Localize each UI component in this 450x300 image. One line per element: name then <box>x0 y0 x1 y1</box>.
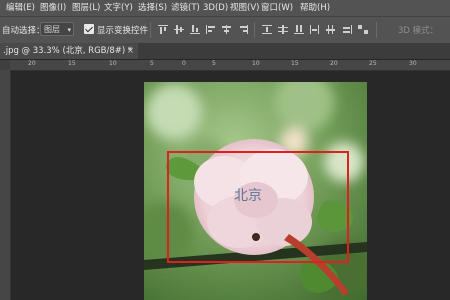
ruler-tick-label: 25 <box>369 60 377 67</box>
menu-window[interactable]: 窗口(W) <box>261 0 293 16</box>
ruler-tick-label: 5 <box>150 60 154 67</box>
ruler-tick-label: 15 <box>291 60 299 67</box>
selection-rectangle[interactable] <box>167 151 349 263</box>
distribute-left-icon[interactable] <box>310 25 320 34</box>
menu-type[interactable]: 文字(Y) <box>104 0 133 16</box>
3d-mode-label: 3D 模式： <box>398 26 439 36</box>
menu-help[interactable]: 帮助(H) <box>300 0 330 16</box>
close-icon[interactable]: × <box>127 43 134 59</box>
menu-image[interactable]: 图像(I) <box>40 0 66 16</box>
menu-view[interactable]: 视图(V) <box>230 0 259 16</box>
options-bar: 自动选择： 图层 ▾ 显示变换控件 3D 模式： <box>0 16 450 44</box>
divider <box>376 22 377 38</box>
distribute-top-icon[interactable] <box>262 25 272 34</box>
distribute-vcenter-icon[interactable] <box>278 25 288 34</box>
distribute-right-icon[interactable] <box>342 25 352 34</box>
ruler-tick-label: 10 <box>109 60 117 67</box>
align-bottom-icon[interactable] <box>190 25 200 34</box>
vertical-ruler[interactable] <box>0 70 11 300</box>
ruler-tick-label: 20 <box>28 60 36 67</box>
distribute-bottom-icon[interactable] <box>294 25 304 34</box>
chevron-down-icon: ▾ <box>67 26 71 34</box>
menu-edit[interactable]: 编辑(E) <box>6 0 35 16</box>
align-left-icon[interactable] <box>206 25 216 34</box>
ruler-tick-label: 30 <box>409 60 417 67</box>
ruler-tick-label: 0 <box>182 60 186 67</box>
align-top-icon[interactable] <box>158 25 168 34</box>
menu-3d[interactable]: 3D(D) <box>203 0 228 16</box>
align-hcenter-icon[interactable] <box>222 25 232 34</box>
show-transform-checkbox[interactable] <box>84 24 94 34</box>
menu-bar: 编辑(E) 图像(I) 图层(L) 文字(Y) 选择(S) 滤镜(T) 3D(D… <box>0 0 450 16</box>
auto-select-label: 自动选择： <box>2 26 45 36</box>
auto-select-dropdown[interactable]: 图层 ▾ <box>40 22 74 36</box>
show-transform-label: 显示变换控件 <box>97 26 149 36</box>
document-tab[interactable]: .jpg @ 33.3% (北京, RGB/8#) * × <box>0 43 138 59</box>
ruler-tick-label: 20 <box>330 60 338 67</box>
divider <box>254 22 255 38</box>
menu-filter[interactable]: 滤镜(T) <box>171 0 200 16</box>
ruler-tick-label: 10 <box>252 60 260 67</box>
horizontal-ruler[interactable]: 20 15 10 5 0 5 10 15 20 25 30 <box>10 60 450 71</box>
ruler-tick-label: 15 <box>68 60 76 67</box>
divider <box>150 22 151 38</box>
distribute-hcenter-icon[interactable] <box>326 25 336 34</box>
align-right-icon[interactable] <box>238 25 248 34</box>
align-vcenter-icon[interactable] <box>174 25 184 34</box>
auto-align-icon[interactable] <box>358 25 368 34</box>
auto-select-value: 图层 <box>44 25 60 34</box>
document-tab-bar: .jpg @ 33.3% (北京, RGB/8#) * × <box>0 43 450 60</box>
menu-layer[interactable]: 图层(L) <box>72 0 100 16</box>
ruler-corner <box>0 60 10 70</box>
document-tab-title: .jpg @ 33.3% (北京, RGB/8#) * <box>3 46 133 56</box>
ruler-tick-label: 5 <box>212 60 216 67</box>
menu-select[interactable]: 选择(S) <box>138 0 167 16</box>
